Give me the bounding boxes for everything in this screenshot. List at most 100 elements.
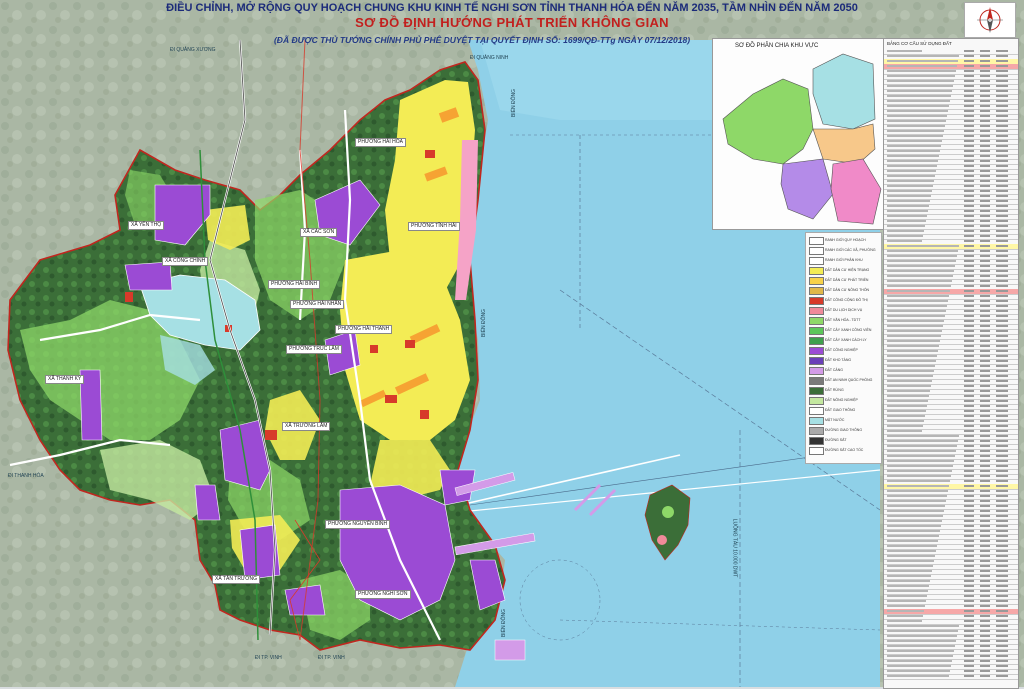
- table-cell: [980, 370, 990, 372]
- legend-item: ĐẤT AN NINH QUỐC PHÒNG: [809, 377, 879, 385]
- table-cell: [964, 535, 974, 537]
- table-cell: [887, 170, 936, 172]
- table-cell: [980, 505, 990, 507]
- table-cell: [996, 255, 1008, 257]
- table-cell: [996, 245, 1008, 247]
- table-cell: [980, 630, 990, 632]
- legend-swatch: [809, 237, 824, 245]
- table-cell: [887, 565, 933, 567]
- table-cell: [964, 150, 974, 152]
- legend-item: ĐẤT KHO TÀNG: [809, 357, 879, 365]
- table-cell: [980, 570, 990, 572]
- table-cell: [964, 660, 974, 662]
- table-cell: [964, 105, 974, 107]
- table-cell: [996, 315, 1008, 317]
- table-cell: [980, 190, 990, 192]
- table-cell: [996, 265, 1008, 267]
- table-cell: [996, 450, 1008, 452]
- legend-swatch: [809, 307, 824, 315]
- table-cell: [980, 200, 990, 202]
- legend-label: ĐẤT CẢNG: [825, 368, 844, 372]
- table-cell: [996, 50, 1008, 52]
- table-cell: [964, 80, 974, 82]
- legend-label: ĐẤT CÂY XANH CÔNG VIÊN: [825, 328, 872, 332]
- table-cell: [887, 665, 951, 667]
- table-cell: [996, 595, 1008, 597]
- table-cell: [964, 130, 974, 132]
- table-cell: [996, 60, 1008, 62]
- table-cell: [996, 655, 1008, 657]
- table-cell: [964, 135, 974, 137]
- table-cell: [887, 440, 958, 442]
- table-cell: [996, 130, 1008, 132]
- table-cell: [964, 165, 974, 167]
- table-cell: [996, 440, 1008, 442]
- table-cell: [964, 175, 974, 177]
- table-cell: [887, 630, 958, 632]
- table-cell: [996, 565, 1008, 567]
- table-cell: [964, 460, 974, 462]
- table-cell: [887, 525, 941, 527]
- table-cell: [964, 560, 974, 562]
- table-cell: [996, 115, 1008, 117]
- table-cell: [964, 675, 974, 677]
- table-cell: [964, 275, 974, 277]
- table-cell: [980, 660, 990, 662]
- table-cell: [887, 155, 939, 157]
- table-cell: [980, 255, 990, 257]
- table-cell: [964, 555, 974, 557]
- table-cell: [887, 605, 925, 607]
- table-cell: [996, 570, 1008, 572]
- legend-item: ĐẤT CÂY XANH CÁCH LY: [809, 337, 879, 345]
- table-cell: [980, 345, 990, 347]
- table-cell: [980, 125, 990, 127]
- table-cell: [980, 135, 990, 137]
- table-cell: [887, 540, 938, 542]
- table-cell: [980, 420, 990, 422]
- table-cell: [964, 370, 974, 372]
- table-cell: [964, 665, 974, 667]
- table-cell: [980, 675, 990, 677]
- table-cell: [996, 310, 1008, 312]
- direction-label: ĐI QUẢNG XƯƠNG: [170, 47, 216, 53]
- table-cell: [996, 560, 1008, 562]
- table-cell: [996, 225, 1008, 227]
- table-cell: [980, 510, 990, 512]
- table-cell: [980, 595, 990, 597]
- table-cell: [996, 475, 1008, 477]
- table-cell: [887, 120, 946, 122]
- table-cell: [964, 440, 974, 442]
- table-cell: [887, 495, 947, 497]
- table-cell: [980, 85, 990, 87]
- table-cell: [964, 400, 974, 402]
- table-cell: [996, 385, 1008, 387]
- table-cell: [887, 220, 926, 222]
- table-cell: [980, 235, 990, 237]
- table-cell: [996, 540, 1008, 542]
- table-cell: [980, 575, 990, 577]
- table-cell: [980, 450, 990, 452]
- table-cell: [964, 615, 974, 617]
- table-cell: [964, 55, 974, 57]
- table-cell: [980, 375, 990, 377]
- table-cell: [964, 670, 974, 672]
- direction-label: ĐI TP. VINH: [318, 655, 345, 661]
- table-cell: [980, 540, 990, 542]
- table-cell: [964, 415, 974, 417]
- table-cell: [980, 260, 990, 262]
- table-cell: [996, 535, 1008, 537]
- table-cell: [887, 55, 959, 57]
- table-cell: [996, 345, 1008, 347]
- map-title: SƠ ĐỒ ĐỊNH HƯỚNG PHÁT TRIỂN KHÔNG GIAN: [355, 15, 669, 30]
- table-cell: [887, 185, 933, 187]
- table-cell: [964, 305, 974, 307]
- table-cell: [980, 635, 990, 637]
- table-cell: [887, 640, 956, 642]
- table-cell: [964, 565, 974, 567]
- legend-swatch: [809, 337, 824, 345]
- table-cell: [980, 605, 990, 607]
- table-cell: [980, 555, 990, 557]
- table-cell: [887, 340, 940, 342]
- land-use-table: BẢNG CƠ CẤU SỬ DỤNG ĐẤT: [883, 38, 1019, 689]
- table-cell: [996, 505, 1008, 507]
